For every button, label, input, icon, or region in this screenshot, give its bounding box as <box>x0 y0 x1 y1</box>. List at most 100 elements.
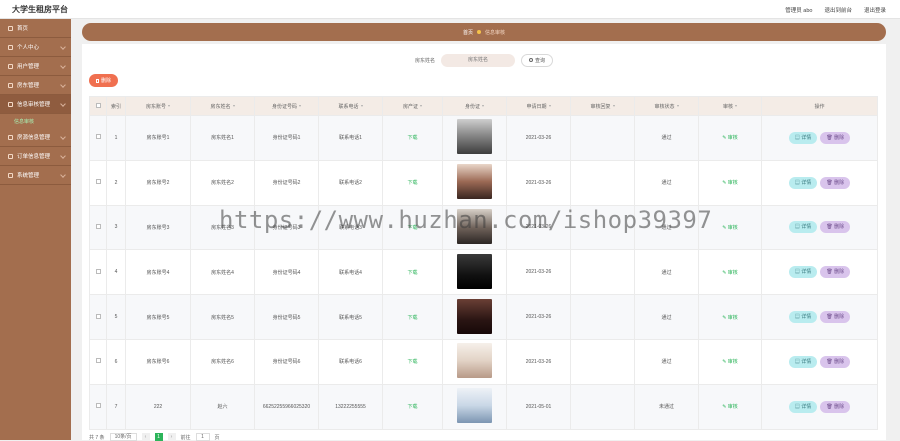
sidebar-item-orders[interactable]: 订单信息管理 <box>0 147 71 166</box>
audit-link[interactable]: ✎ 审核 <box>722 180 738 186</box>
id-photo-thumbnail[interactable] <box>457 253 492 289</box>
column-header-sortable[interactable]: 审核 <box>698 96 762 116</box>
sort-icon <box>676 105 679 108</box>
audit-link[interactable]: ✎ 审核 <box>722 135 738 141</box>
row-delete-button[interactable]: 🗑 删除 <box>820 176 851 189</box>
column-header-label: 房东姓名 <box>210 103 231 110</box>
goto-label: 前往 <box>180 434 191 441</box>
sidebar-subitem-audit[interactable]: 信息审核 <box>0 114 71 128</box>
id-photo-thumbnail[interactable] <box>457 298 492 334</box>
download-link[interactable]: 下载 <box>407 270 417 276</box>
batch-delete-button[interactable]: 删除 <box>89 74 119 87</box>
column-header-sortable[interactable]: 申请日期 <box>506 96 571 116</box>
row-checkbox[interactable] <box>95 268 101 274</box>
sort-icon <box>168 105 170 108</box>
table-row: 2 房东账号2 房东姓名2 身份证号码2 联系电话2 下载 2021-03-26 通过 ✎ 审核… <box>89 159 878 206</box>
sidebar-item-landlords[interactable]: 房东管理 <box>0 76 71 95</box>
chevron-down-icon <box>60 82 66 88</box>
row-checkbox[interactable] <box>95 313 101 319</box>
search-label: 房东姓名 <box>414 57 435 64</box>
detail-button[interactable]: ▤ 详情 <box>788 311 818 324</box>
download-link[interactable]: 下载 <box>407 180 417 186</box>
watermark: https://www.huzhan.com/ishop39397 <box>219 206 713 234</box>
row-checkbox[interactable] <box>95 223 101 229</box>
back-to-front-link[interactable]: 退出到前台 <box>824 6 852 14</box>
audit-link[interactable]: ✎ 审核 <box>722 270 738 276</box>
row-select-cell <box>89 383 107 430</box>
column-header-label: 房产证 <box>402 103 418 110</box>
row-delete-button[interactable]: 🗑 删除 <box>820 131 851 144</box>
search-button[interactable]: 查询 <box>521 53 554 67</box>
row-checkbox[interactable] <box>95 403 101 409</box>
status-cell: 通过 <box>634 249 699 296</box>
detail-button[interactable]: ▤ 详情 <box>788 355 818 368</box>
detail-button[interactable]: ▤ 详情 <box>788 131 818 144</box>
column-header-sortable[interactable]: 审核回复 <box>570 96 635 116</box>
select-all-checkbox[interactable] <box>95 102 101 108</box>
sidebar-item-profile[interactable]: 个人中心 <box>0 38 71 57</box>
detail-button[interactable]: ▤ 详情 <box>788 400 818 413</box>
detail-button[interactable]: ▤ 详情 <box>788 266 818 279</box>
audit-link[interactable]: ✎ 审核 <box>722 404 738 410</box>
sidebar-item-users[interactable]: 用户管理 <box>0 57 71 76</box>
download-link[interactable]: 下载 <box>407 404 417 410</box>
name-cell: 房东姓名2 <box>190 159 255 206</box>
column-header-sortable[interactable]: 身份证号码 <box>254 96 319 116</box>
search-icon <box>529 58 533 62</box>
trash-icon <box>96 78 99 83</box>
row-delete-button[interactable]: 🗑 删除 <box>820 266 851 279</box>
id-photo-cell <box>442 159 507 206</box>
home-icon <box>8 25 13 31</box>
column-header-label: 房东账号 <box>145 103 166 110</box>
search-input[interactable] <box>441 53 515 67</box>
header-actions: 管理员 abo 退出到前台 退出登录 <box>785 6 886 14</box>
download-link[interactable]: 下载 <box>407 359 417 365</box>
detail-button[interactable]: ▤ 详情 <box>788 221 818 234</box>
sort-icon <box>735 105 737 108</box>
audit-link[interactable]: ✎ 审核 <box>722 225 738 231</box>
sidebar-item-listings[interactable]: 房源信息管理 <box>0 128 71 147</box>
date-cell: 2021-03-26 <box>506 338 571 385</box>
audit-icon <box>8 101 13 107</box>
audit-link[interactable]: ✎ 审核 <box>722 315 738 321</box>
column-header-sortable[interactable]: 房东姓名 <box>190 96 255 116</box>
row-delete-button[interactable]: 🗑 删除 <box>820 355 851 368</box>
column-header-sortable[interactable]: 身份证 <box>442 96 507 116</box>
row-checkbox[interactable] <box>95 179 101 185</box>
index-cell: 6 <box>106 338 126 385</box>
download-link[interactable]: 下载 <box>407 135 417 141</box>
sidebar-item-audit[interactable]: 信息审核管理 <box>0 95 71 114</box>
row-select-cell <box>89 294 107 340</box>
sidebar-item-system[interactable]: 系统管理 <box>0 166 71 185</box>
chevron-down-icon <box>60 134 66 140</box>
row-delete-button[interactable]: 🗑 删除 <box>820 400 851 413</box>
id-photo-thumbnail[interactable] <box>457 343 492 379</box>
detail-label: 详情 <box>801 358 812 365</box>
row-checkbox[interactable] <box>95 358 101 364</box>
sidebar-item-home[interactable]: 首页 <box>0 19 71 38</box>
deed-cell: 下载 <box>382 159 443 206</box>
id-photo-cell <box>442 294 507 340</box>
breadcrumb-home[interactable]: 首页 <box>463 29 473 36</box>
id-photo-thumbnail[interactable] <box>457 388 492 424</box>
id-photo-thumbnail[interactable] <box>457 119 492 155</box>
sidebar-item-label: 信息审核管理 <box>17 102 51 108</box>
row-checkbox[interactable] <box>95 134 101 140</box>
detail-button[interactable]: ▤ 详情 <box>788 176 818 189</box>
id-photo-thumbnail[interactable] <box>457 164 492 200</box>
column-header-sortable[interactable]: 审核状态 <box>634 96 699 116</box>
row-delete-button[interactable]: 🗑 删除 <box>820 221 851 234</box>
sort-icon <box>548 105 551 108</box>
audit-link[interactable]: ✎ 审核 <box>722 359 738 365</box>
account-cell: 222 <box>125 383 191 430</box>
column-header-sortable[interactable]: 房东账号 <box>125 96 191 116</box>
row-delete-button[interactable]: 🗑 删除 <box>820 311 851 324</box>
column-header-sortable[interactable]: 房产证 <box>382 96 443 116</box>
row-select-cell <box>89 204 107 251</box>
download-link[interactable]: 下载 <box>407 315 417 321</box>
logout-link[interactable]: 退出登录 <box>864 6 886 14</box>
column-header-label: 身份证号码 <box>271 103 297 110</box>
column-header-label: 身份证 <box>464 103 480 110</box>
date-cell: 2021-05-01 <box>506 383 571 430</box>
column-header-sortable[interactable]: 联系电话 <box>318 96 383 116</box>
